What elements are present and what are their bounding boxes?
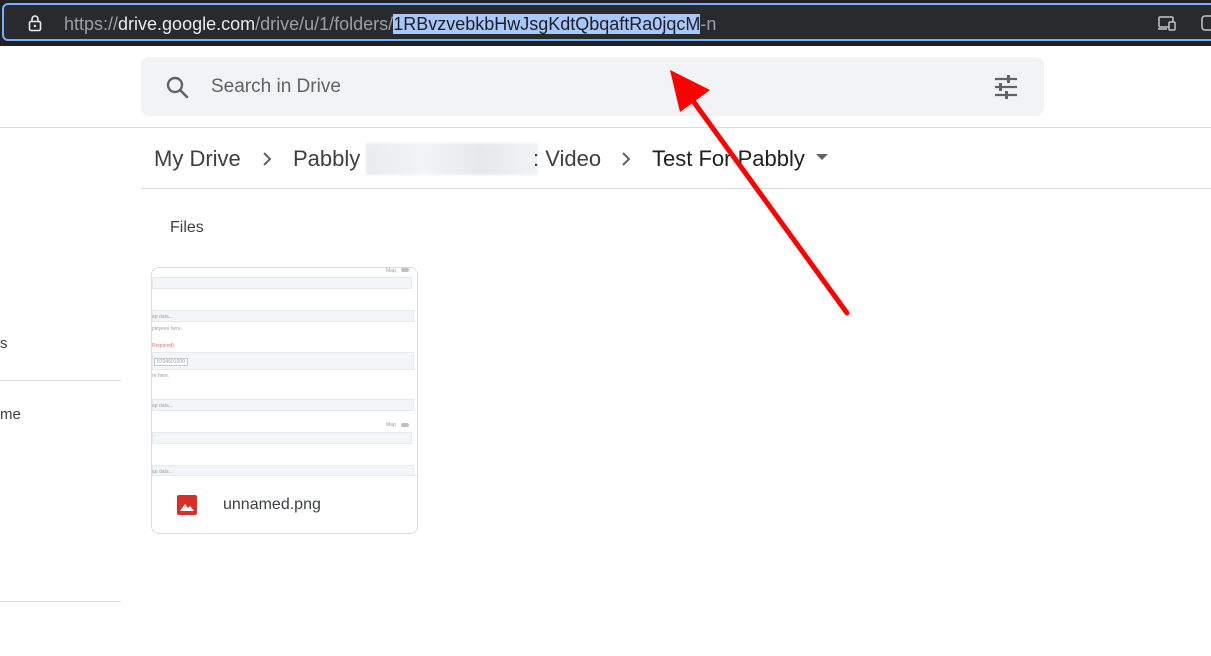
image-file-icon [177, 495, 197, 515]
address-bar[interactable]: https://drive.google.com/drive/u/1/folde… [2, 3, 1211, 41]
thumbnail-text: ap data... [152, 314, 173, 320]
url-path: /drive/u/1/folders/ [255, 14, 394, 34]
files-section-label: Files [170, 219, 204, 236]
url-scheme: https:// [64, 14, 119, 34]
thumbnail-text: ap data... [152, 403, 173, 409]
extensions-icon[interactable] [1199, 14, 1211, 32]
header-divider [0, 127, 1211, 128]
search-icon[interactable] [165, 75, 189, 99]
file-name[interactable]: unnamed.png [223, 496, 321, 514]
annotation-arrow [670, 70, 850, 316]
search-options-icon[interactable] [993, 74, 1019, 100]
url-text[interactable]: https://drive.google.com/drive/u/1/folde… [64, 13, 716, 35]
breadcrumb-pabbly-video[interactable]: : Video [533, 145, 601, 173]
thumbnail-field [152, 432, 412, 444]
thumbnail-text: ap data... [152, 469, 173, 475]
thumbnail-text: Required) [152, 343, 174, 349]
chevron-right-icon [622, 152, 631, 166]
url-host: drive.google.com [118, 14, 256, 34]
sidebar-divider [0, 380, 121, 381]
sidebar-divider [0, 601, 121, 602]
chevron-right-icon [263, 152, 272, 166]
redacted-text [366, 143, 538, 175]
search-bar[interactable] [141, 57, 1044, 116]
sidebar-item-fragment[interactable]: s [0, 335, 8, 352]
thumbnail-text: re here. [152, 373, 170, 379]
thumbnail-field [152, 352, 414, 370]
browser-toolbar: https://drive.google.com/drive/u/1/folde… [0, 0, 1211, 46]
thumbnail-toggle [401, 268, 409, 272]
thumbnail-text: 8704601000 [154, 358, 188, 366]
lock-icon[interactable] [26, 14, 44, 32]
cast-icon[interactable] [1157, 14, 1177, 32]
thumbnail-field [152, 465, 414, 475]
thumbnail-toggle [401, 423, 409, 427]
file-thumbnail: Map ap data... ployees here. Required) 8… [152, 268, 417, 476]
sidebar-item-fragment[interactable]: me [0, 406, 21, 423]
breadcrumb-pabbly[interactable]: Pabbly [293, 145, 360, 173]
breadcrumb-my-drive[interactable]: My Drive [154, 145, 241, 173]
thumbnail-text: ployees here. [152, 326, 183, 332]
thumbnail-text: Map [386, 422, 396, 428]
thumbnail-field [152, 310, 414, 322]
url-selected-folder-id: 1RBvzvebkbHwJsgKdtQbqaftRa0jqcM [393, 14, 701, 34]
file-card[interactable]: Map ap data... ployees here. Required) 8… [151, 267, 418, 534]
thumbnail-field [152, 277, 412, 289]
thumbnail-text: Map [386, 268, 396, 274]
thumbnail-field [152, 399, 414, 411]
url-suffix: -n [700, 14, 717, 34]
